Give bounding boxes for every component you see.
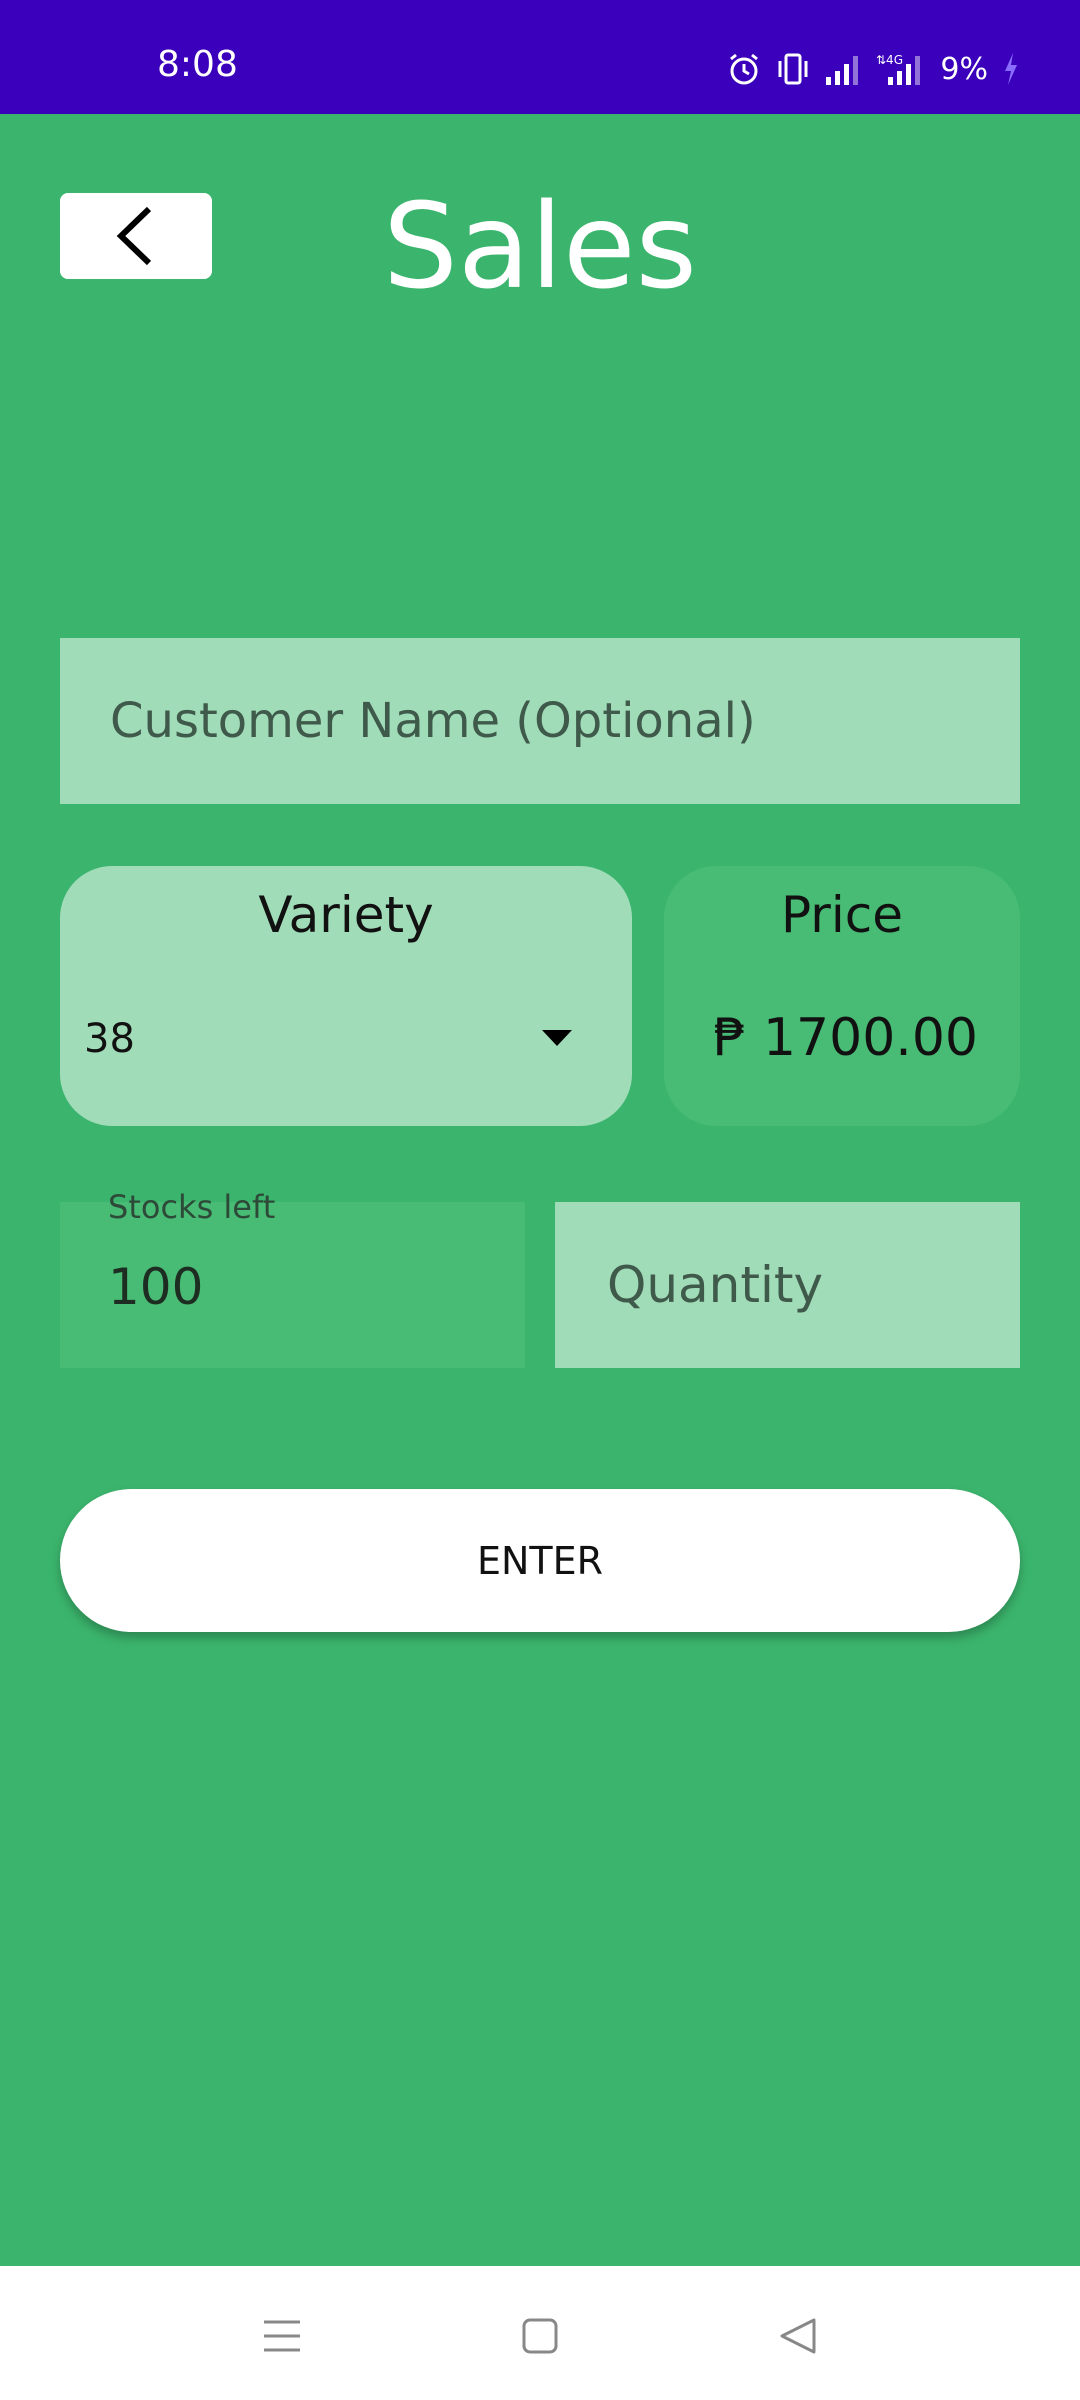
back-icon: [780, 2318, 816, 2354]
status-icons: ⇅4G 9%: [726, 48, 1020, 90]
vibrate-icon: [778, 53, 808, 85]
signal-icon: [826, 56, 859, 85]
home-nav-button[interactable]: [510, 2306, 570, 2366]
charging-icon: [1005, 53, 1017, 85]
menu-nav-button[interactable]: [252, 2306, 312, 2366]
menu-icon: [264, 2320, 300, 2352]
stocks-left-value: 100: [108, 1258, 204, 1316]
customer-name-input[interactable]: [108, 692, 1020, 750]
variety-selected-value: 38: [84, 1016, 135, 1062]
navigation-bar: [0, 2266, 1080, 2400]
variety-label: Variety: [258, 886, 434, 944]
page-title: Sales: [382, 177, 698, 315]
alarm-icon: [730, 53, 759, 85]
status-time: 8:08: [157, 44, 238, 85]
price-card: Price ₱ 1700.00: [664, 866, 1020, 1126]
quantity-field[interactable]: [555, 1202, 1020, 1368]
svg-text:⇅4G: ⇅4G: [876, 53, 903, 67]
4g-signal-icon: ⇅4G: [876, 53, 921, 85]
price-value: ₱ 1700.00: [713, 1008, 978, 1068]
variety-card: Variety 38: [60, 866, 632, 1126]
customer-name-field[interactable]: [60, 638, 1020, 804]
battery-percentage: 9%: [940, 51, 988, 87]
dropdown-arrow-icon: [542, 1030, 572, 1046]
quantity-input[interactable]: [605, 1255, 1020, 1315]
status-bar: 8:08 ⇅4G 9%: [0, 0, 1080, 114]
stocks-left-label: Stocks left: [108, 1188, 276, 1226]
home-icon: [522, 2318, 558, 2354]
price-label: Price: [781, 886, 903, 944]
variety-dropdown[interactable]: 38: [84, 1006, 604, 1086]
back-nav-button[interactable]: [768, 2306, 828, 2366]
stocks-left-field: Stocks left 100: [60, 1188, 525, 1368]
enter-button[interactable]: ENTER: [60, 1489, 1020, 1632]
